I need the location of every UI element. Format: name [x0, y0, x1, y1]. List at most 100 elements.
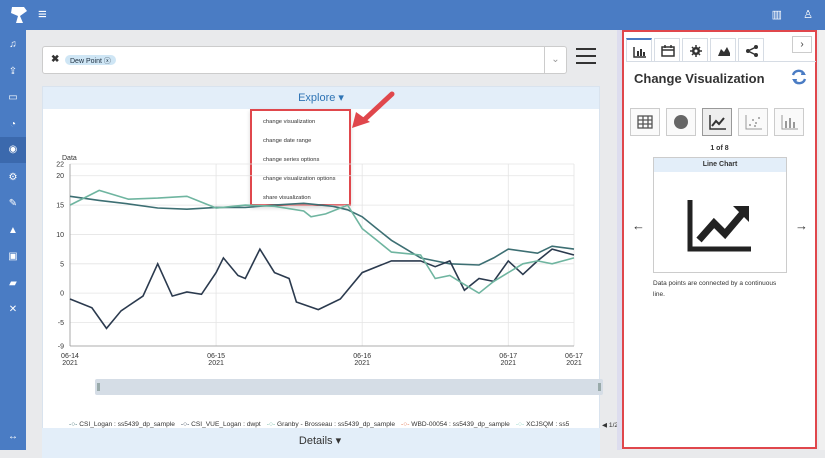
- chevron-down-icon[interactable]: ⌄: [544, 47, 566, 73]
- expand-sidebar-icon[interactable]: ↔: [5, 430, 21, 444]
- legend-item[interactable]: -○- CSI_VUE_Logan : dwpt: [181, 421, 261, 428]
- refresh-icon[interactable]: [790, 68, 808, 86]
- book-icon[interactable]: ▥: [772, 9, 782, 21]
- circle-icon: [674, 115, 688, 129]
- series-line: [69, 247, 575, 330]
- page-scrollbar[interactable]: [819, 30, 825, 450]
- x-tick-label: 2021: [208, 360, 224, 367]
- tab-series-options[interactable]: [710, 38, 736, 62]
- visualization-card-title: Line Chart: [654, 158, 786, 172]
- area-chart-icon[interactable]: ▲: [5, 224, 21, 238]
- explore-menu-item[interactable]: change date range: [263, 138, 311, 144]
- x-tick-label: 06-16: [353, 353, 371, 360]
- slider-handle-right[interactable]: [598, 383, 601, 391]
- tab-divider: [626, 61, 816, 62]
- tab-visualization[interactable]: [626, 38, 652, 62]
- table-vis-button[interactable]: [630, 108, 660, 136]
- area-chart-icon: [718, 47, 730, 56]
- gauge-vis-button[interactable]: [666, 108, 696, 136]
- y-axis-label: Data: [62, 155, 77, 162]
- settings-icon[interactable]: ⚙: [5, 171, 21, 185]
- panel-collapse-button[interactable]: ›: [792, 36, 812, 53]
- line-chart: Data2220151050-5-906-14202106-15202106-1…: [56, 155, 583, 367]
- x-tick-label: 2021: [500, 360, 516, 367]
- legend-marker-icon: -○-: [401, 421, 412, 428]
- visualization-description: Data points are connected by a continuou…: [653, 280, 777, 298]
- bell-icon[interactable]: ♫: [5, 38, 21, 52]
- x-tick-label: 06-17: [499, 353, 517, 360]
- tab-date-range[interactable]: [654, 38, 680, 62]
- details-card: Details ▾: [42, 428, 600, 458]
- car-icon[interactable]: ▰: [5, 277, 21, 291]
- tab-share[interactable]: [738, 38, 764, 62]
- line-chart-vis-button[interactable]: [702, 108, 732, 136]
- x-tick-label: 2021: [566, 360, 582, 367]
- series-line: [69, 195, 575, 266]
- clear-filter-icon[interactable]: ✖: [51, 54, 59, 65]
- gear-icon: [690, 45, 702, 57]
- legend-label: Granby - Brosseau : ss5439_dp_sample: [277, 421, 396, 428]
- x-tick-label: 2021: [354, 360, 370, 367]
- dashboard-icon[interactable]: ◔: [5, 118, 21, 132]
- main-content: ✖ Dew Point ⓧ ⌄ Explore ▾ change visuali…: [26, 30, 625, 458]
- left-sidebar: ♫ ⇪ ▭ ◔ ◉ ⚙ ✎ ▲ ▣ ▰ ✕ ↔: [0, 30, 26, 450]
- briefcase-icon[interactable]: ▣: [5, 250, 21, 264]
- legend-marker-icon: -○-: [266, 421, 277, 428]
- header-icons: ▥ ♙: [754, 8, 813, 21]
- explore-dropdown-toggle[interactable]: Explore ▾: [43, 87, 599, 109]
- x-tick-label: 06-15: [207, 353, 225, 360]
- x-tick-label: 2021: [62, 360, 78, 367]
- table-icon: [637, 115, 653, 129]
- legend-label: XCJSQM : ss5: [526, 421, 570, 428]
- details-dropdown-toggle[interactable]: Details ▾: [42, 434, 598, 447]
- calendar-icon: [661, 45, 675, 57]
- scatter-vis-button[interactable]: [738, 108, 768, 136]
- right-panel: › Change Visualization 1 of 8 Line Chart…: [622, 30, 817, 449]
- y-tick-label: -5: [58, 320, 64, 327]
- date-range-slider[interactable]: [95, 379, 603, 395]
- visualization-card[interactable]: Line Chart: [653, 157, 787, 273]
- top-bar: ≡ ▥ ♙: [0, 0, 825, 30]
- share-icon: [746, 45, 758, 57]
- panel-title: Change Visualization: [634, 71, 765, 86]
- bar-vis-button[interactable]: [774, 108, 804, 136]
- series-filter-input[interactable]: ✖ Dew Point ⓧ ⌄: [42, 46, 567, 74]
- legend-item[interactable]: -○- CSI_Logan : ss5439_dp_sample: [69, 421, 175, 428]
- y-tick-label: 22: [56, 162, 64, 169]
- legend-label: CSI_VUE_Logan : dwpt: [191, 421, 261, 428]
- visualization-counter: 1 of 8: [710, 145, 729, 152]
- annotation-arrow-icon: [352, 91, 395, 128]
- tab-options[interactable]: [682, 38, 708, 62]
- upload-icon[interactable]: ⇪: [5, 65, 21, 79]
- previous-visualization-arrow[interactable]: ←: [632, 218, 645, 233]
- explore-icon[interactable]: ◉: [0, 137, 26, 163]
- next-visualization-arrow[interactable]: →: [795, 218, 808, 233]
- legend-item[interactable]: -○- Granby - Brosseau : ss5439_dp_sample: [267, 421, 395, 428]
- line-chart-large-icon: [687, 200, 751, 252]
- app-logo-icon[interactable]: [8, 5, 30, 25]
- y-tick-label: 10: [56, 232, 64, 239]
- bar-chart-icon: [781, 115, 798, 130]
- tag-icon[interactable]: ✎: [5, 197, 21, 211]
- bar-chart-icon: [633, 47, 646, 58]
- x-tick-label: 06-17: [565, 353, 583, 360]
- y-tick-label: -9: [58, 344, 64, 351]
- explore-menu-item[interactable]: change visualization: [263, 119, 315, 125]
- x-tick-label: 06-14: [61, 353, 79, 360]
- line-chart-icon: [709, 115, 726, 130]
- hamburger-menu-icon[interactable]: ≡: [38, 7, 47, 22]
- monitor-icon[interactable]: ▭: [5, 91, 21, 105]
- tools-icon[interactable]: ✕: [5, 303, 21, 317]
- legend-label: WBD-00054 : ss5439_dp_sample: [411, 421, 510, 428]
- y-tick-label: 5: [60, 261, 64, 268]
- legend-item[interactable]: -○- WBD-00054 : ss5439_dp_sample: [401, 421, 510, 428]
- legend-label: CSI_Logan : ss5439_dp_sample: [79, 421, 175, 428]
- y-tick-label: 0: [60, 291, 64, 298]
- y-tick-label: 15: [56, 203, 64, 210]
- legend-item[interactable]: -○- XCJSQM : ss5: [516, 421, 569, 428]
- legend-marker-icon: -○-: [515, 421, 527, 428]
- slider-handle-left[interactable]: [97, 383, 100, 391]
- user-icon[interactable]: ♙: [803, 9, 813, 21]
- hamburger-options-button[interactable]: [576, 48, 596, 68]
- filter-tag-dew-point[interactable]: Dew Point ⓧ: [65, 55, 116, 65]
